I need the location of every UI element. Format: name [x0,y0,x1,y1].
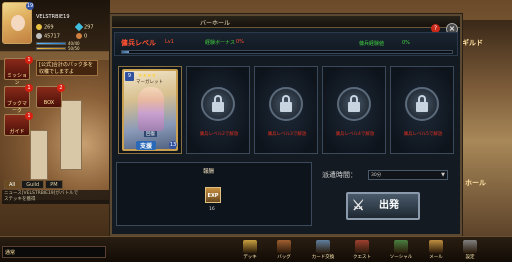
chat-tab-guild[interactable]: Guild [21,180,45,189]
bottom-bar: 通常 デッキ バッグ カード交換 クエスト ソーシャル メール 設定 [0,236,512,262]
castle-tower [60,100,82,170]
side-menu-box[interactable]: BOX 2 [36,84,65,108]
exp-bonus-value: 0% [236,39,244,45]
tavern-modal: バーホール ? × 傭兵レベル Lv1 経験ボーナス 0% 傭兵経験値 0% 9… [110,14,462,236]
lock-icon [269,87,303,121]
gem-stat: 297 [74,22,94,32]
coin2-stat: 0 [76,33,87,40]
reward-panel: 報酬 EXP 16 [116,162,312,226]
card-level-badge: 13 [169,141,177,149]
gold-stat: 269 [36,24,54,31]
chat-channel-select[interactable]: 通常 [5,249,15,256]
chat-input[interactable] [19,248,105,257]
notification-badge: 1 [25,56,33,64]
notification-badge: 2 [57,84,65,92]
nav-mail[interactable]: メール [424,239,448,261]
slot-unlock-text: 傭兵レベル3で解放 [267,132,307,137]
notice-banner[interactable]: [公式]合計のパック多を収穫でしますよ [36,60,98,76]
gold-icon [36,24,42,30]
card-name: マーガレット [136,80,163,85]
modal-title: バーホール [200,20,231,27]
chat-tabs: All Guild PM [4,180,64,189]
coin-stat: 45717 [36,33,60,40]
bag-icon [277,240,291,253]
castle-tower [30,130,48,180]
mercenary-level-value: Lv1 [165,39,174,45]
slot-unlock-text: 傭兵レベル4で解放 [335,132,375,137]
chat-input-box: 通常 [2,246,106,258]
chat-message: ステッキを獲得 [4,197,36,202]
ap-bar [36,47,66,50]
medal-icon [76,33,82,39]
player-panel: 19 VELSTRBIE19 269 297 45717 0 40/40 50/… [0,0,110,52]
avatar-face [11,15,25,31]
quest-icon [355,240,369,253]
exp-reward-value: 16 [209,207,215,212]
mercenary-slot-locked: 傭兵レベル4で解放 [322,66,386,154]
mail-icon [429,240,443,253]
map-label-guild[interactable]: ギルド [462,38,483,48]
social-icon [394,240,408,253]
card-character-art [138,87,164,131]
gear-icon [463,240,477,253]
stamina-bar [36,42,66,45]
side-menu-label: ガイド [9,129,25,135]
gem-icon [74,22,84,32]
dispatch-time-value: 30分 [371,173,382,178]
lock-icon [201,87,235,121]
mercenary-slot-locked: 傭兵レベル2で解放 [186,66,250,154]
mercenary-exp-bar-fill [122,51,129,53]
coin-icon [36,33,42,39]
mercenary-slot-locked: 傭兵レベル3で解放 [254,66,318,154]
chat-log: ニュース[VELSTRBIE19]がバトルで ステッキを獲得 [2,190,110,204]
nav-settings[interactable]: 設定 [458,239,482,261]
mercenary-slot-1[interactable]: 9 ★★★★ マーガレット 回復 支援 13 [118,66,182,154]
player-level-badge: 19 [26,2,34,10]
notification-badge: 1 [25,84,33,92]
crossed-swords-icon: ⚔ [352,198,365,214]
nav-quest[interactable]: クエスト [350,239,374,261]
exp-reward-icon: EXP [205,187,221,203]
player-name: VELSTRBIE19 [36,14,70,20]
mercenary-slot-locked: 傭兵レベル5で解放 [390,66,454,154]
slot-unlock-text: 傭兵レベル2で解放 [199,132,239,137]
dispatch-button-label: 出発 [379,200,399,211]
slot-unlock-text: 傭兵レベル5で解放 [403,132,443,137]
notification-badge: 1 [25,112,33,120]
mercenary-level-label: 傭兵レベル [121,39,156,47]
chat-tab-pm[interactable]: PM [45,180,63,189]
lock-icon [337,87,371,121]
card-cost-badge: 9 [125,72,134,81]
dispatch-button[interactable]: ⚔ 出発 [346,192,420,220]
dispatch-time-select[interactable]: 30分 ▼ [368,170,448,180]
mercenary-exp-bar [121,50,453,54]
nav-card-trade[interactable]: カード交換 [306,239,340,261]
nav-social[interactable]: ソーシャル [386,239,416,261]
card-type: 支援 [136,141,157,150]
card-role: 回復 [144,131,157,137]
side-menu-guide[interactable]: ガイド 1 [4,112,33,136]
side-menu-label: BOX [43,100,55,106]
dispatch-panel: 派遣時間： 30分 ▼ ⚔ 出発 [316,162,456,226]
lock-icon [405,87,439,121]
card-trade-icon [316,240,330,253]
nav-bag[interactable]: バッグ [272,239,296,261]
map-label-hall[interactable]: ホール [465,178,486,188]
modal-title-bar: バーホール [112,16,460,28]
deck-icon [243,240,257,253]
reward-title: 報酬 [203,169,215,175]
mercenary-exp-value: 0% [402,40,410,46]
mercenary-card[interactable]: 9 ★★★★ マーガレット 回復 支援 13 [122,69,178,151]
mercenary-info-strip: 傭兵レベル Lv1 経験ボーナス 0% 傭兵経験値 0% [114,32,458,56]
nav-deck[interactable]: デッキ [238,239,262,261]
side-menu-mission[interactable]: ミッション 1 [4,56,33,86]
ap-value: 50/50 [68,46,80,51]
exp-bonus-label: 経験ボーナス [205,40,236,46]
dispatch-time-label: 派遣時間： [322,171,357,179]
chevron-down-icon: ▼ [441,172,445,178]
mercenary-exp-label: 傭兵経験値 [359,41,385,47]
side-menu-bookmark[interactable]: ブックマーク 1 [4,84,33,114]
chat-tab-all[interactable]: All [4,180,21,189]
